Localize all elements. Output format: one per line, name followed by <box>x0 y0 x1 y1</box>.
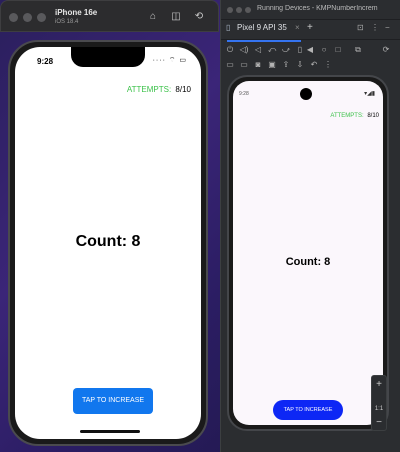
close-window-button[interactable] <box>9 13 18 22</box>
tap-to-increase-button[interactable]: TAP TO INCREASE <box>73 388 153 414</box>
add-device-icon[interactable]: + <box>307 22 313 33</box>
running-devices-window: Running Devices - KMPNumberIncrem ▯ Pixe… <box>220 0 400 452</box>
sync-icon[interactable]: ⟳ <box>381 45 391 55</box>
status-time: 9:28 <box>37 57 54 66</box>
device-tab-bar: ▯ Pixel 9 API 35 × + ⊡ ⋮ − <box>221 20 400 42</box>
keyboard-icon[interactable]: ▭ <box>225 60 235 70</box>
emulator-toolbar: ⏻ ◁) ◁ ⤺ ⤻ ▯ ◀ ○ □ ⧉ ⟳ ▭ ▭ ◙ ▣ ⇪ ⇩ ↶ ⋮ <box>221 40 400 76</box>
more-icon[interactable]: ⋮ <box>323 60 333 70</box>
more-options-icon[interactable]: ⋮ <box>371 23 379 32</box>
ios-simulator-titlebar: iPhone 16e iOS 18.4 ⌂ ◫ ⟲ <box>0 0 219 32</box>
home-icon[interactable]: ○ <box>319 45 329 55</box>
attempts-value: 8/10 <box>175 85 191 94</box>
close-window-button[interactable] <box>227 7 233 13</box>
display-icon[interactable]: ▭ <box>239 60 249 70</box>
fold-icon[interactable]: ▯ <box>295 45 305 55</box>
download-icon[interactable]: ⇩ <box>295 60 305 70</box>
undo-icon[interactable]: ↶ <box>309 60 319 70</box>
home-icon[interactable]: ⌂ <box>147 11 159 23</box>
minimize-window-button[interactable] <box>23 13 32 22</box>
attempts-label: ATTEMPTS: <box>330 113 364 119</box>
close-tab-icon[interactable]: × <box>295 23 300 32</box>
attempts-indicator: ATTEMPTS: 8/10 <box>330 113 379 119</box>
rotate-left-icon[interactable]: ⤺ <box>267 45 277 55</box>
iphone-device-frame: 9:28 ···· ⌔ ▭ ATTEMPTS: 8/10 Count: 8 TA… <box>8 40 208 446</box>
pixel-device-frame: 9:28 ▾◢▮ ATTEMPTS: 8/10 Count: 8 TAP TO … <box>227 75 389 431</box>
running-devices-titlebar: Running Devices - KMPNumberIncrem <box>221 0 400 20</box>
simulator-os-version: iOS 18.4 <box>55 19 79 25</box>
tap-to-increase-button[interactable]: TAP TO INCREASE <box>273 400 343 420</box>
overview-icon[interactable]: □ <box>333 45 343 55</box>
status-icons: ···· ⌔ ▭ <box>152 57 187 64</box>
snapshot-icon[interactable]: ⧉ <box>353 45 363 55</box>
count-text: Count: 8 <box>285 256 331 268</box>
notch <box>71 47 145 67</box>
upload-icon[interactable]: ⇪ <box>281 60 291 70</box>
attempts-label: ATTEMPTS: <box>126 85 172 94</box>
layout-icon[interactable]: ⊡ <box>357 23 364 32</box>
back-icon[interactable]: ◀ <box>305 45 315 55</box>
zoom-ratio-button[interactable]: 1:1 <box>372 402 386 416</box>
hide-panel-icon[interactable]: − <box>385 23 390 32</box>
pixel-screen: 9:28 ▾◢▮ ATTEMPTS: 8/10 Count: 8 TAP TO … <box>233 81 383 425</box>
zoom-in-button[interactable]: + <box>372 378 386 392</box>
rotate-right-icon[interactable]: ⤻ <box>281 45 291 55</box>
zoom-controls: + 1:1 − <box>371 375 387 431</box>
status-time: 9:28 <box>239 91 249 97</box>
simulator-device-name: iPhone 16e <box>55 8 98 17</box>
status-icons: ▾◢▮ <box>364 91 375 97</box>
volume-up-icon[interactable]: ◁) <box>239 45 249 55</box>
attempts-value: 8/10 <box>367 113 379 119</box>
volume-down-icon[interactable]: ◁ <box>253 45 263 55</box>
screenshot-icon[interactable]: ◫ <box>170 11 182 23</box>
iphone-screen: 9:28 ···· ⌔ ▭ ATTEMPTS: 8/10 Count: 8 TA… <box>15 47 201 439</box>
zoom-window-button[interactable] <box>245 7 251 13</box>
zoom-window-button[interactable] <box>37 13 46 22</box>
zoom-out-button[interactable]: − <box>372 416 386 430</box>
camera-cutout <box>300 88 312 100</box>
power-icon[interactable]: ⏻ <box>225 45 235 55</box>
attempts-indicator: ATTEMPTS: 8/10 <box>127 85 191 94</box>
camera-icon[interactable]: ◙ <box>253 60 263 70</box>
home-indicator[interactable] <box>80 430 140 433</box>
window-title: Running Devices - KMPNumberIncrem <box>257 5 378 12</box>
record-icon[interactable]: ▣ <box>267 60 277 70</box>
count-text: Count: 8 <box>75 233 141 250</box>
minimize-window-button[interactable] <box>236 7 242 13</box>
device-icon: ▯ <box>226 23 231 32</box>
tab-label: Pixel 9 API 35 <box>237 23 287 32</box>
rotate-icon[interactable]: ⟲ <box>193 11 205 23</box>
